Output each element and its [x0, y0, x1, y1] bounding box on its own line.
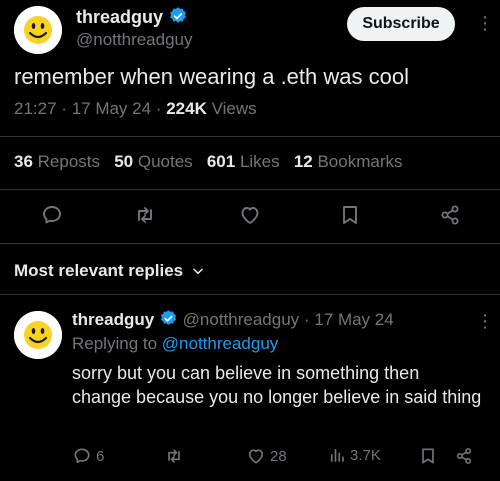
- reply-header: threadguy @notthreadguy · 17 May 24: [72, 309, 394, 330]
- reply-views-button[interactable]: 3.7K: [328, 446, 381, 464]
- views-count: 224K: [166, 99, 207, 118]
- post-text: remember when wearing a .eth was cool: [14, 64, 409, 89]
- reply-comment-button[interactable]: 6: [72, 446, 104, 466]
- share-nodes-icon: [441, 205, 459, 225]
- bookmarks-stat[interactable]: 12 Bookmarks: [294, 152, 403, 171]
- reply-button[interactable]: [38, 201, 66, 229]
- reply-bookmark-button[interactable]: [418, 446, 438, 466]
- reposts-stat[interactable]: 36 Reposts: [14, 152, 100, 171]
- verified-badge-icon: [170, 7, 186, 23]
- bookmark-icon: [422, 448, 434, 464]
- reply-more-options-icon[interactable]: ⋮: [476, 312, 494, 330]
- reply-separator: ·: [303, 310, 310, 329]
- likes-stat[interactable]: 601 Likes: [207, 152, 280, 171]
- replying-to-line: Replying to @notthreadguy: [72, 334, 278, 354]
- reply-repost-button[interactable]: [164, 446, 184, 466]
- author-handle[interactable]: @notthreadguy: [76, 30, 193, 50]
- views-label: Views: [211, 99, 257, 118]
- author-name-row[interactable]: threadguy: [76, 6, 188, 28]
- more-options-icon[interactable]: ⋮: [476, 14, 494, 32]
- reply-author-avatar[interactable]: [14, 311, 62, 359]
- divider: [0, 294, 500, 295]
- meta-separator: ·: [155, 99, 162, 118]
- heart-icon: [248, 449, 264, 464]
- reply-comments-count: 6: [96, 447, 105, 465]
- post-meta: 21:27 · 17 May 24 · 224K Views: [14, 99, 257, 119]
- share-nodes-icon: [456, 448, 472, 464]
- divider: [0, 243, 500, 244]
- comment-bubble-icon: [43, 206, 61, 224]
- subscribe-button[interactable]: Subscribe: [347, 7, 455, 41]
- bookmark-icon: [343, 206, 357, 224]
- reply-share-button[interactable]: [454, 446, 474, 466]
- reply-handle[interactable]: @notthreadguy: [183, 310, 300, 329]
- replying-to-label: Replying to: [72, 334, 158, 353]
- quotes-count: 50: [114, 152, 134, 171]
- repost-arrows-icon: [168, 449, 180, 463]
- reposts-label: Reposts: [37, 152, 101, 171]
- author-avatar[interactable]: [14, 6, 62, 54]
- repost-button[interactable]: [131, 201, 159, 229]
- bookmark-button[interactable]: [336, 201, 364, 229]
- repost-arrows-icon: [138, 207, 152, 223]
- replies-sort-label: Most relevant replies: [14, 261, 184, 280]
- smiley-avatar-icon: [14, 311, 62, 359]
- reply-views-count: 3.7K: [350, 446, 381, 464]
- likes-label: Likes: [239, 152, 280, 171]
- post-stats: 36 Reposts 50 Quotes 601 Likes 12 Bookma…: [14, 152, 403, 172]
- meta-separator: ·: [61, 99, 67, 118]
- likes-count: 601: [206, 152, 236, 171]
- reposts-count: 36: [14, 152, 33, 171]
- reply-like-button[interactable]: 28: [246, 446, 287, 466]
- divider: [0, 136, 500, 137]
- divider: [0, 189, 500, 190]
- reply-display-name[interactable]: threadguy: [72, 310, 154, 329]
- replies-sort-dropdown[interactable]: Most relevant replies: [14, 261, 205, 281]
- replying-to-handle[interactable]: @notthreadguy: [162, 334, 279, 353]
- heart-icon: [241, 207, 259, 224]
- smiley-avatar-icon: [14, 6, 62, 54]
- post-date[interactable]: 17 May 24: [72, 99, 151, 118]
- bookmarks-count: 12: [293, 152, 313, 171]
- chevron-down-icon: [193, 268, 203, 275]
- bar-chart-icon: [330, 448, 344, 462]
- bookmarks-label: Bookmarks: [317, 152, 403, 171]
- quotes-label: Quotes: [137, 152, 193, 171]
- reply-text: sorry but you can believe in something t…: [72, 363, 482, 407]
- like-button[interactable]: [236, 201, 264, 229]
- author-display-name[interactable]: threadguy: [76, 7, 163, 27]
- verified-badge-icon: [160, 310, 176, 325]
- post-time[interactable]: 21:27: [14, 99, 57, 118]
- quotes-stat[interactable]: 50 Quotes: [114, 152, 192, 171]
- reply-date[interactable]: 17 May 24: [314, 310, 393, 329]
- comment-bubble-icon: [74, 448, 90, 464]
- reply-likes-count: 28: [270, 447, 287, 465]
- share-button[interactable]: [436, 201, 464, 229]
